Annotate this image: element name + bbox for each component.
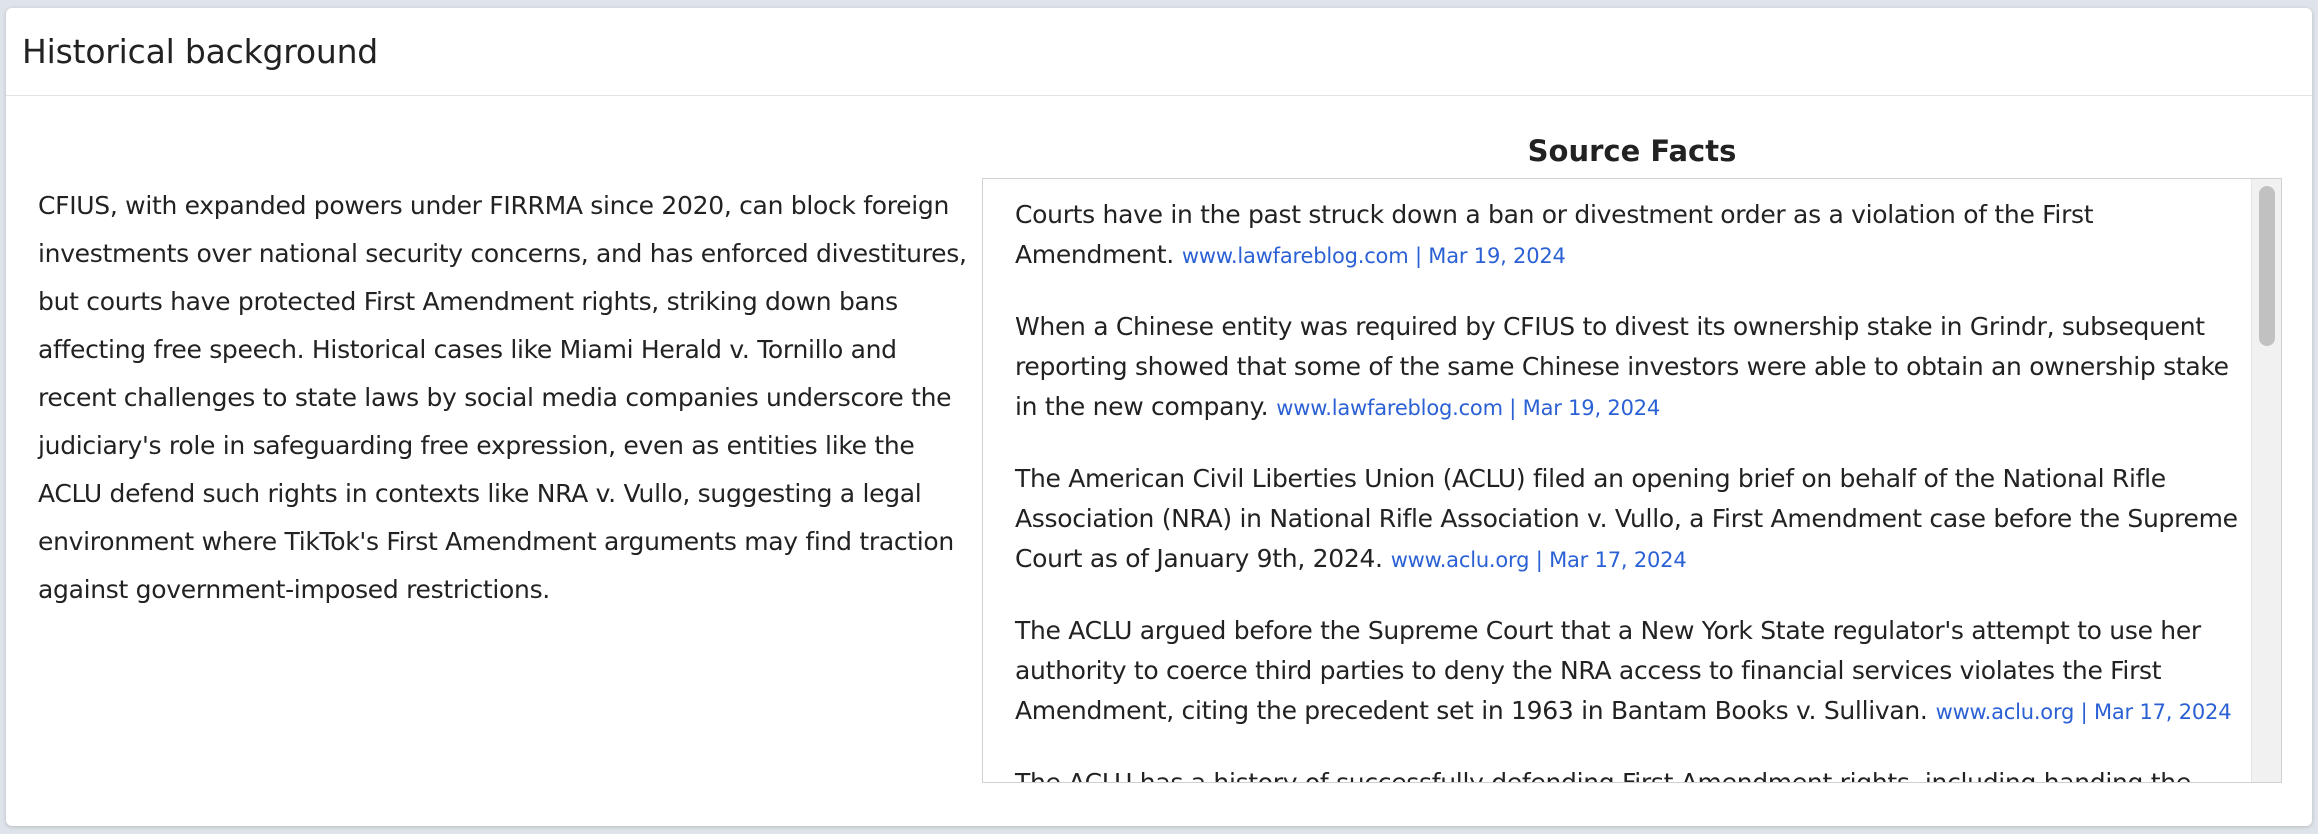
facts-scroll-content: Courts have in the past struck down a ba… (1015, 195, 2240, 783)
source-facts-heading: Source Facts (1527, 134, 1737, 168)
fact-source-link[interactable]: www.aclu.org | Mar 17, 2024 (1391, 548, 1687, 572)
source-fact-item: The American Civil Liberties Union (ACLU… (1015, 459, 2240, 580)
panel-header: Historical background (6, 8, 2312, 96)
scrollbar-thumb[interactable] (2259, 186, 2275, 346)
source-fact-item: The ACLU argued before the Supreme Court… (1015, 611, 2240, 732)
panel-title: Historical background (22, 32, 379, 71)
source-facts-list[interactable]: Courts have in the past struck down a ba… (982, 178, 2282, 783)
fact-source-link[interactable]: www.lawfareblog.com | Mar 19, 2024 (1276, 396, 1660, 420)
fact-source-link[interactable]: www.aclu.org | Mar 17, 2024 (1936, 700, 2232, 724)
fact-source-link[interactable]: www.lawfareblog.com | Mar 19, 2024 (1182, 244, 1566, 268)
source-fact-item: When a Chinese entity was required by CF… (1015, 307, 2240, 428)
historical-background-panel: Historical background CFIUS, with expand… (6, 8, 2312, 826)
source-fact-item: The ACLU has a history of successfully d… (1015, 763, 2240, 783)
fact-text: The ACLU has a history of successfully d… (1015, 768, 2191, 783)
facts-scrollbar[interactable] (2251, 179, 2281, 782)
source-fact-item: Courts have in the past struck down a ba… (1015, 195, 2240, 276)
summary-paragraph: CFIUS, with expanded powers under FIRRMA… (38, 191, 967, 604)
